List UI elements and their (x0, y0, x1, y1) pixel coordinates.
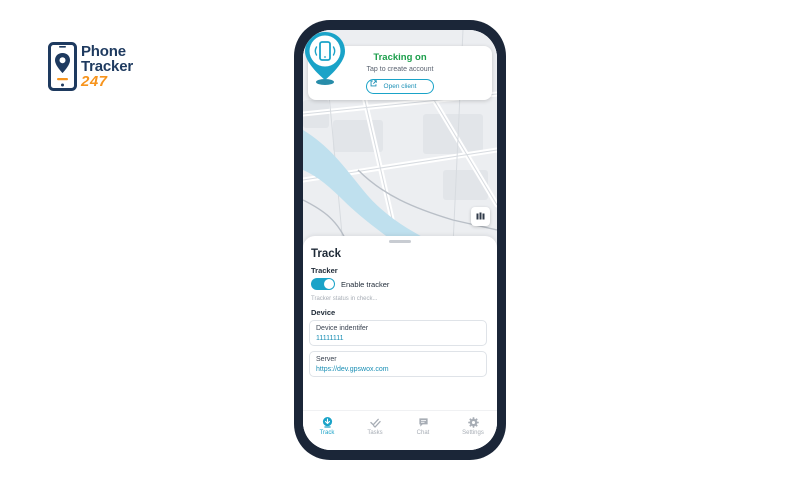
brand-wordmark: Phone Tracker 247 (81, 44, 133, 89)
device-identifier-field[interactable]: Device indentifer 11111111 (309, 320, 487, 346)
sheet-drag-handle[interactable] (389, 240, 411, 243)
field-label: Device indentifer (316, 325, 369, 332)
device-section-label: Device (311, 308, 336, 317)
field-label: Server (316, 356, 337, 363)
tab-settings[interactable]: Settings (449, 417, 497, 436)
tab-track[interactable]: Track (303, 417, 351, 436)
open-client-button[interactable]: Open client (366, 79, 434, 94)
brand-logo: Phone Tracker 247 (48, 40, 158, 92)
tab-label: Track (319, 430, 335, 436)
enable-tracker-toggle[interactable] (311, 278, 335, 290)
brand-word-247: 247 (81, 73, 108, 90)
bottom-tab-bar: Track Tasks Chat Settings (303, 410, 497, 450)
tab-chat[interactable]: Chat (399, 417, 447, 436)
open-client-label: Open client (383, 83, 417, 90)
field-value: https://dev.gpswox.com (316, 366, 389, 373)
double-check-icon (369, 418, 381, 428)
server-field[interactable]: Server https://dev.gpswox.com (309, 351, 487, 377)
field-value: 11111111 (316, 335, 344, 342)
tracker-status-text: Tracker status in check... (311, 296, 378, 302)
external-link-icon (370, 80, 377, 87)
gear-icon (467, 417, 479, 428)
chat-icon (418, 418, 428, 427)
tab-label: Settings (462, 430, 484, 436)
brand-word-phone: Phone (81, 43, 126, 60)
phone-vibrate-pin-icon[interactable] (303, 30, 347, 88)
tab-label: Tasks (367, 430, 383, 436)
map-layers-button[interactable] (471, 207, 490, 226)
tab-label: Chat (416, 430, 430, 436)
map-layers-icon (476, 212, 485, 220)
track-icon (322, 417, 332, 428)
map-view[interactable]: Tracking on Tap to create account Open c… (303, 30, 497, 245)
toggle-knob (324, 279, 334, 289)
enable-tracker-label[interactable]: Enable tracker (341, 280, 389, 289)
tab-tasks[interactable]: Tasks (351, 417, 399, 436)
map-pin-phone-icon (48, 42, 77, 91)
tracker-section-label: Tracker (311, 266, 338, 275)
sheet-title: Track (311, 248, 342, 260)
phone-screen: Tracking on Tap to create account Open c… (303, 30, 497, 450)
brand-word-tracker: Tracker (81, 58, 133, 75)
